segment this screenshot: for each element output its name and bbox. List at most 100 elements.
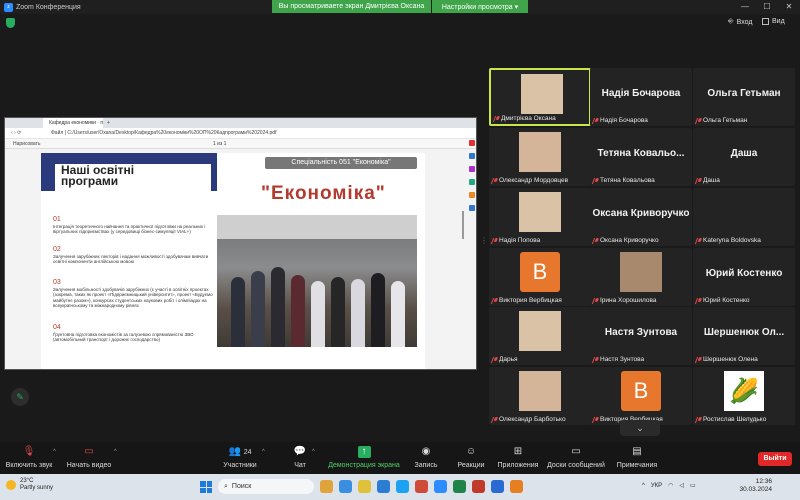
- pdf-scrollbar[interactable]: [462, 211, 464, 239]
- participants-button[interactable]: 👥 24 Участники: [220, 446, 260, 469]
- minimize-icon[interactable]: —: [734, 0, 756, 14]
- chat-caret-icon[interactable]: ^: [312, 449, 315, 455]
- record-icon: ◉: [421, 446, 431, 457]
- participant-name-label: Даша: [694, 177, 720, 184]
- notes-button[interactable]: ▤ Примечания: [614, 446, 660, 469]
- taskbar-search[interactable]: ⌕ Поиск: [218, 479, 314, 494]
- view-options-button[interactable]: Настройки просмотра ▾: [432, 0, 528, 13]
- taskbar-app-icon[interactable]: [358, 480, 371, 493]
- participant-video: [519, 132, 561, 172]
- audio-caret-icon[interactable]: ^: [53, 449, 56, 455]
- taskbar-app-icon[interactable]: [415, 480, 428, 493]
- video-caret-icon[interactable]: ^: [114, 449, 117, 455]
- participant-tile[interactable]: Kateryna Boldovska: [693, 188, 795, 246]
- sidebar-app-icon[interactable]: [469, 192, 475, 198]
- tray-chevron-icon[interactable]: ^: [642, 483, 645, 489]
- photo-person: [271, 267, 285, 347]
- participant-tile[interactable]: Оксана Криворучко Оксана Криворучко: [590, 188, 692, 246]
- taskbar-clock[interactable]: 12:36 30.03.2024: [730, 478, 772, 494]
- whiteboards-button[interactable]: ▭ Доски сообщений: [546, 446, 606, 469]
- annotate-pen-icon[interactable]: ✎: [11, 388, 29, 406]
- participant-tile[interactable]: 🌽 Ростислав Шелудько: [693, 367, 795, 425]
- mic-muted-icon: [591, 117, 600, 124]
- record-label: Запись: [414, 462, 438, 469]
- new-tab-icon[interactable]: +: [107, 120, 110, 126]
- gallery-scroll-down-icon[interactable]: ⌄: [620, 420, 660, 436]
- photo-person: [371, 273, 385, 347]
- weather-widget[interactable]: 23°C Partly sunny: [6, 478, 53, 492]
- photo-person: [291, 275, 305, 347]
- taskbar-app-icon[interactable]: [491, 480, 504, 493]
- chat-button[interactable]: 💬 Чат: [288, 446, 312, 469]
- battery-icon[interactable]: ▭: [690, 482, 696, 489]
- participant-name-label: Ірина Хорошилова: [591, 297, 657, 304]
- leave-button[interactable]: Выйти: [758, 452, 792, 466]
- participant-name: Олександр Мордовцев: [499, 177, 569, 184]
- participant-tile[interactable]: ВВиктория Вербицкая: [489, 248, 591, 306]
- participant-tile[interactable]: Надія Попова: [489, 188, 591, 246]
- taskbar-app-icon[interactable]: [377, 480, 390, 493]
- participant-tile[interactable]: ВВиктория Вербицкая: [590, 367, 692, 425]
- participants-icon: 👥 24: [228, 446, 252, 457]
- taskbar-app-icon[interactable]: [472, 480, 485, 493]
- sidebar-app-icon[interactable]: [469, 205, 475, 211]
- participant-tile[interactable]: Даша Даша: [693, 128, 795, 186]
- whiteboards-label: Доски сообщений: [547, 462, 605, 469]
- record-button[interactable]: ◉ Запись: [412, 446, 440, 469]
- photo-person: [331, 277, 345, 347]
- slide-item-2: 02 Залучення зарубіжних лекторів і надан…: [53, 246, 209, 264]
- start-video-button[interactable]: ▭ Начать видео: [66, 446, 112, 469]
- mic-muted-icon: [492, 115, 501, 122]
- close-icon[interactable]: ✕: [778, 0, 800, 14]
- nav-arrows-icon[interactable]: ‹ › ⟳: [11, 130, 51, 136]
- participant-tile[interactable]: Ольга Гетьман Ольга Гетьман: [693, 68, 795, 126]
- reactions-button[interactable]: ☺ Реакции: [454, 446, 488, 469]
- participant-tile[interactable]: Надія Бочарова Надія Бочарова: [590, 68, 692, 126]
- wifi-icon[interactable]: ◠: [668, 482, 673, 489]
- enter-label: Вход: [736, 18, 753, 26]
- participant-name-label: Ростислав Шелудько: [694, 416, 766, 423]
- participant-tile[interactable]: Юрий Костенко Юрий Костенко: [693, 248, 795, 306]
- sidebar-app-icon[interactable]: [469, 153, 475, 159]
- volume-icon[interactable]: ◁: [679, 482, 684, 489]
- participant-tile[interactable]: Настя Зунтова Настя Зунтова: [590, 307, 692, 365]
- taskbar-app-icon[interactable]: [339, 480, 352, 493]
- mic-muted-icon: [694, 117, 703, 124]
- sidebar-app-icon[interactable]: [469, 166, 475, 172]
- sidebar-app-icon[interactable]: [469, 179, 475, 185]
- browser-tab[interactable]: Кафедра економики · програм: [43, 118, 103, 128]
- participant-tile[interactable]: Дарья: [489, 307, 591, 365]
- shared-screen[interactable]: Кафедра економики · програм + ‹ › ⟳ Файл…: [4, 117, 477, 370]
- participant-tile[interactable]: Ірина Хорошилова: [590, 248, 692, 306]
- zoom-window: z Zoom Конференция Вы просматриваете экр…: [0, 0, 800, 500]
- photo-person: [391, 281, 405, 347]
- draw-tool[interactable]: Нарисовать: [13, 141, 193, 147]
- sidebar-app-icon[interactable]: [469, 140, 475, 146]
- address-bar[interactable]: ‹ › ⟳ Файл | C:/Users/user/Oxana/Desktop…: [5, 128, 476, 139]
- participant-tile[interactable]: Олександр Мордовцев: [489, 128, 591, 186]
- taskbar-app-icon[interactable]: [453, 480, 466, 493]
- windows-start-icon[interactable]: [200, 481, 212, 493]
- unmute-button[interactable]: 🎙 Включить звук: [4, 446, 54, 469]
- participants-caret-icon[interactable]: ^: [262, 449, 265, 455]
- apps-button[interactable]: ⊞ Приложения: [496, 446, 540, 469]
- security-shield-icon[interactable]: [6, 18, 15, 28]
- mic-muted-icon: [694, 297, 703, 304]
- slide-heading: Наші освітні програми: [61, 163, 135, 188]
- split-handle-icon[interactable]: ⋮: [480, 236, 488, 245]
- taskbar-app-icon[interactable]: [320, 480, 333, 493]
- browser-tab-strip: Кафедра економики · програм +: [5, 118, 476, 128]
- enter-button[interactable]: ⎆ Вход: [728, 18, 752, 26]
- share-screen-button[interactable]: ↑ Демонстрация экрана: [326, 446, 402, 469]
- participant-tile[interactable]: Дмитрієва Оксана: [489, 68, 591, 126]
- view-button[interactable]: Вид: [762, 18, 785, 25]
- taskbar-app-icon[interactable]: [434, 480, 447, 493]
- participant-name: Дарья: [499, 356, 518, 363]
- participant-tile[interactable]: Олександр Барботько: [489, 367, 591, 425]
- maximize-icon[interactable]: ☐: [756, 0, 778, 14]
- language-indicator[interactable]: УКР: [651, 483, 662, 489]
- participant-tile[interactable]: Тетяна Ковальо... Тетяна Ковальова: [590, 128, 692, 186]
- taskbar-app-icon[interactable]: [396, 480, 409, 493]
- taskbar-app-icon[interactable]: [510, 480, 523, 493]
- participant-tile[interactable]: Шершенюк Ол... Шершенюк Олена: [693, 307, 795, 365]
